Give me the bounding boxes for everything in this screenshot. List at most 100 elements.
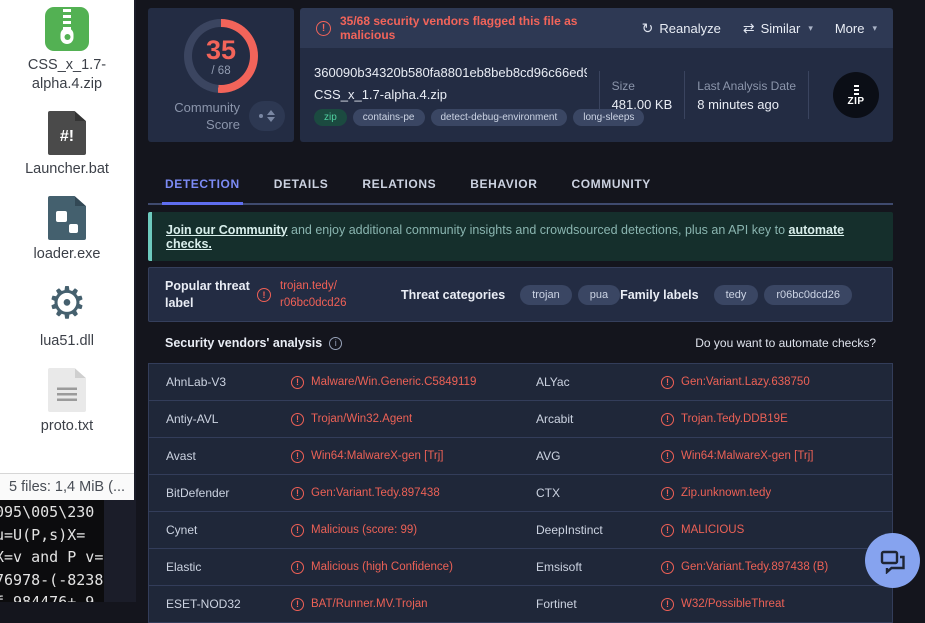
- desktop-left-column: CSS_x_1.7-alpha.4.zip #! Launcher.bat lo…: [0, 0, 136, 602]
- tab-details[interactable]: DETAILS: [274, 166, 329, 203]
- category-pill-trojan[interactable]: trojan: [520, 284, 572, 305]
- tab-detection[interactable]: DETECTION: [162, 166, 243, 205]
- threat-categories-group: Threat categories trojan pua: [400, 284, 621, 305]
- similar-button[interactable]: ⇄ Similar ▾: [743, 20, 813, 37]
- last-analysis-label: Last Analysis Date: [697, 78, 796, 93]
- alert-circle-icon: !: [291, 597, 304, 611]
- detection-result: ! Zip.unknown.tedy: [661, 486, 875, 500]
- detection-text: Malicious (score: 99): [311, 524, 418, 536]
- warning-text: 35/68 security vendors flagged this file…: [340, 14, 578, 42]
- community-score-label: Community Score: [174, 100, 240, 132]
- detection-text: Zip.unknown.tedy: [681, 487, 772, 499]
- detection-text: Win64:MalwareX-gen [Trj]: [681, 450, 814, 462]
- detection-text: Win64:MalwareX-gen [Trj]: [311, 450, 444, 462]
- vote-down-icon[interactable]: [267, 117, 275, 122]
- more-button[interactable]: More ▾: [835, 21, 877, 36]
- detection-text: W32/PossibleThreat: [681, 598, 785, 610]
- tag-contains-pe[interactable]: contains-pe: [352, 108, 425, 126]
- file-item-bat[interactable]: #! Launcher.bat: [8, 111, 126, 179]
- chat-fab-button[interactable]: [865, 533, 920, 588]
- text-file-icon: [48, 368, 86, 412]
- popular-threat-label: Popular threat label: [165, 278, 250, 310]
- join-community-link[interactable]: Join our Community: [166, 223, 288, 237]
- text-lines-icon: [57, 387, 77, 401]
- vote-dot-icon: [259, 114, 263, 118]
- terminal-window[interactable]: 095\005\230 u=U(P,s)X= X=v and P v= 7697…: [0, 500, 104, 602]
- tab-relations[interactable]: RELATIONS: [362, 166, 436, 203]
- terminal-line: 76978-(-8238: [0, 570, 104, 589]
- vendor-name: AVG: [536, 449, 561, 463]
- file-label: loader.exe: [33, 246, 101, 262]
- threat-name: trojan.tedy/ r06bc0dcd26: [280, 278, 381, 312]
- tag-detect-debug-environment[interactable]: detect-debug-environment: [430, 108, 568, 126]
- detection-text: Gen:Variant.Tedy.897438 (B): [681, 561, 829, 573]
- size-label: Size: [611, 78, 635, 93]
- file-item-dll[interactable]: ⚙ lua51.dll: [8, 281, 126, 351]
- vote-up-icon[interactable]: [267, 110, 275, 115]
- detection-result: ! Win64:MalwareX-gen [Trj]: [291, 449, 536, 463]
- detection-result: ! Trojan/Win32.Agent: [291, 412, 536, 426]
- header-actions: ↻ Reanalyze ⇄ Similar ▾ More ▾: [642, 20, 877, 37]
- detection-result: ! Malicious (score: 99): [291, 523, 536, 537]
- vendor-name: Avast: [166, 449, 196, 463]
- vendor-name: Cynet: [166, 523, 198, 537]
- size-block: Size 481.00 KB: [612, 79, 673, 112]
- detection-result: ! W32/PossibleThreat: [661, 597, 875, 611]
- vendor-name: ESET-NOD32: [166, 597, 241, 611]
- vendor-name: CTX: [536, 486, 560, 500]
- family-labels-label: Family labels: [620, 287, 699, 302]
- info-icon[interactable]: i: [329, 336, 343, 350]
- alert-circle-icon: !: [661, 597, 674, 611]
- tab-behavior[interactable]: BEHAVIOR: [470, 166, 537, 203]
- threat-name-line2: r06bc0dcd26: [280, 296, 347, 309]
- more-label: More: [834, 20, 865, 36]
- terminal-line: 095\005\230: [0, 503, 95, 521]
- automate-checks-question[interactable]: Do you want to automate checks?: [695, 336, 876, 350]
- file-item-exe[interactable]: loader.exe: [8, 196, 126, 264]
- threat-categories-label: Threat categories: [400, 287, 506, 302]
- detection-text: Trojan.Tedy.DDB19E: [681, 413, 788, 425]
- file-item-txt[interactable]: proto.txt: [8, 368, 126, 436]
- banner-text: Join our Community and enjoy additional …: [166, 223, 879, 251]
- table-row: Cynet ! Malicious (score: 99) DeepInstinc…: [149, 512, 892, 549]
- terminal-line: X=v and P v=: [0, 548, 104, 566]
- zip-archive-icon: [45, 7, 89, 51]
- vendor-name: DeepInstinct: [536, 523, 603, 537]
- alert-circle-icon: !: [291, 560, 304, 574]
- table-row: BitDefender ! Gen:Variant.Tedy.897438 CTX…: [149, 475, 892, 512]
- last-analysis-block: Last Analysis Date 8 minutes ago: [697, 79, 796, 112]
- chevron-down-icon: ▾: [808, 22, 813, 33]
- detections-total: / 68: [211, 64, 231, 77]
- tag-row: zip contains-pe detect-debug-environment…: [314, 108, 645, 126]
- file-item-zip[interactable]: CSS_x_1.7-alpha.4.zip: [8, 7, 126, 94]
- detection-result: ! Win64:MalwareX-gen [Trj]: [661, 449, 875, 463]
- vendor-name: Arcabit: [536, 412, 574, 426]
- reanalyze-label: Reanalyze: [659, 20, 721, 36]
- file-info-strip: 360090b34320b580fa8801eb8beb8cd96c66ed9c…: [300, 48, 893, 142]
- divider: [808, 71, 809, 119]
- detection-text: BAT/Runner.MV.Trojan: [311, 598, 428, 610]
- gauge-readout: 35 / 68: [184, 19, 258, 93]
- binary-block-icon: [69, 224, 78, 233]
- size-value: 481.00 KB: [611, 96, 673, 112]
- alert-circle-icon: !: [661, 412, 674, 426]
- popular-threat-card: Popular threat label ! trojan.tedy/ r06b…: [148, 267, 893, 322]
- tab-community[interactable]: COMMUNITY: [571, 166, 650, 203]
- alert-circle-icon: !: [291, 412, 304, 426]
- terminal-line: f 984476+-9: [0, 593, 95, 602]
- alert-circle-icon: !: [316, 20, 331, 36]
- tag-zip[interactable]: zip: [314, 108, 347, 126]
- detection-result: ! Trojan.Tedy.DDB19E: [661, 412, 875, 426]
- reanalyze-button[interactable]: ↻ Reanalyze: [642, 20, 721, 37]
- zipper-icon: [853, 83, 859, 95]
- detection-result: ! BAT/Runner.MV.Trojan: [291, 597, 536, 611]
- family-pill-r06bc0dcd26[interactable]: r06bc0dcd26: [764, 284, 852, 305]
- file-name: CSS_x_1.7-alpha.4.zip: [314, 86, 447, 102]
- gear-icon: ⚙: [47, 279, 87, 328]
- vendor-name: BitDefender: [166, 486, 230, 500]
- divider: [684, 71, 686, 119]
- community-vote-widget[interactable]: [249, 101, 285, 131]
- category-pill-pua[interactable]: pua: [577, 284, 621, 305]
- family-pill-tedy[interactable]: tedy: [713, 284, 759, 305]
- last-analysis-value: 8 minutes ago: [697, 96, 779, 112]
